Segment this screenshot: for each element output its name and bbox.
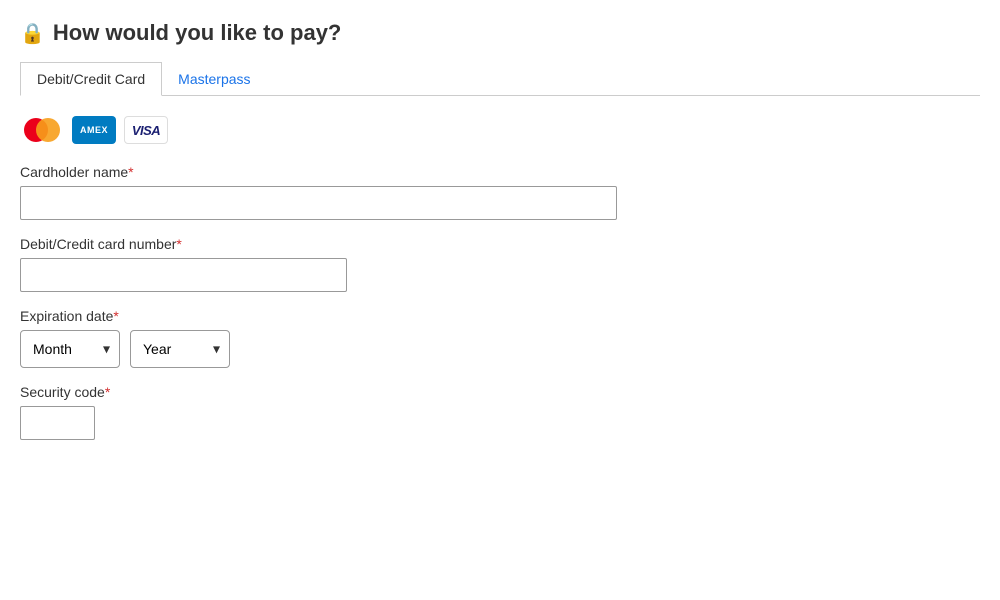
cardholder-name-input[interactable] [20,186,617,220]
cardholder-name-group: Cardholder name* [20,164,980,220]
payment-tabs: Debit/Credit Card Masterpass [20,62,980,96]
security-required-star: * [105,384,110,400]
tab-masterpass[interactable]: Masterpass [162,62,266,96]
visa-icon: VISA [124,116,168,144]
lock-icon: 🔒 [20,21,45,46]
payment-form: 🔒 How would you like to pay? Debit/Credi… [20,20,980,440]
card-number-group: Debit/Credit card number* [20,236,980,292]
amex-icon: AMEX [72,116,116,144]
expiration-date-label: Expiration date* [20,308,980,324]
security-code-label: Security code* [20,384,980,400]
card-number-input[interactable] [20,258,347,292]
mastercard-circle-right [36,118,60,142]
expiration-row: Month 01 02 03 04 05 06 07 08 09 10 11 1… [20,330,980,368]
mastercard-icon [20,116,64,144]
page-title: 🔒 How would you like to pay? [20,20,980,46]
cardholder-name-label: Cardholder name* [20,164,980,180]
expiry-required-star: * [113,308,118,324]
month-select[interactable]: Month 01 02 03 04 05 06 07 08 09 10 11 1… [20,330,120,368]
security-code-group: Security code* [20,384,980,440]
security-code-input[interactable] [20,406,95,440]
year-select-wrapper: Year 2024 2025 2026 2027 2028 2029 2030 [130,330,230,368]
card-number-label: Debit/Credit card number* [20,236,980,252]
cardholder-required-star: * [128,164,133,180]
expiration-date-group: Expiration date* Month 01 02 03 04 05 06… [20,308,980,368]
year-select[interactable]: Year 2024 2025 2026 2027 2028 2029 2030 [130,330,230,368]
card-number-required-star: * [176,236,181,252]
tab-debit-credit[interactable]: Debit/Credit Card [20,62,162,96]
card-icons-row: AMEX VISA [20,116,980,144]
month-select-wrapper: Month 01 02 03 04 05 06 07 08 09 10 11 1… [20,330,120,368]
